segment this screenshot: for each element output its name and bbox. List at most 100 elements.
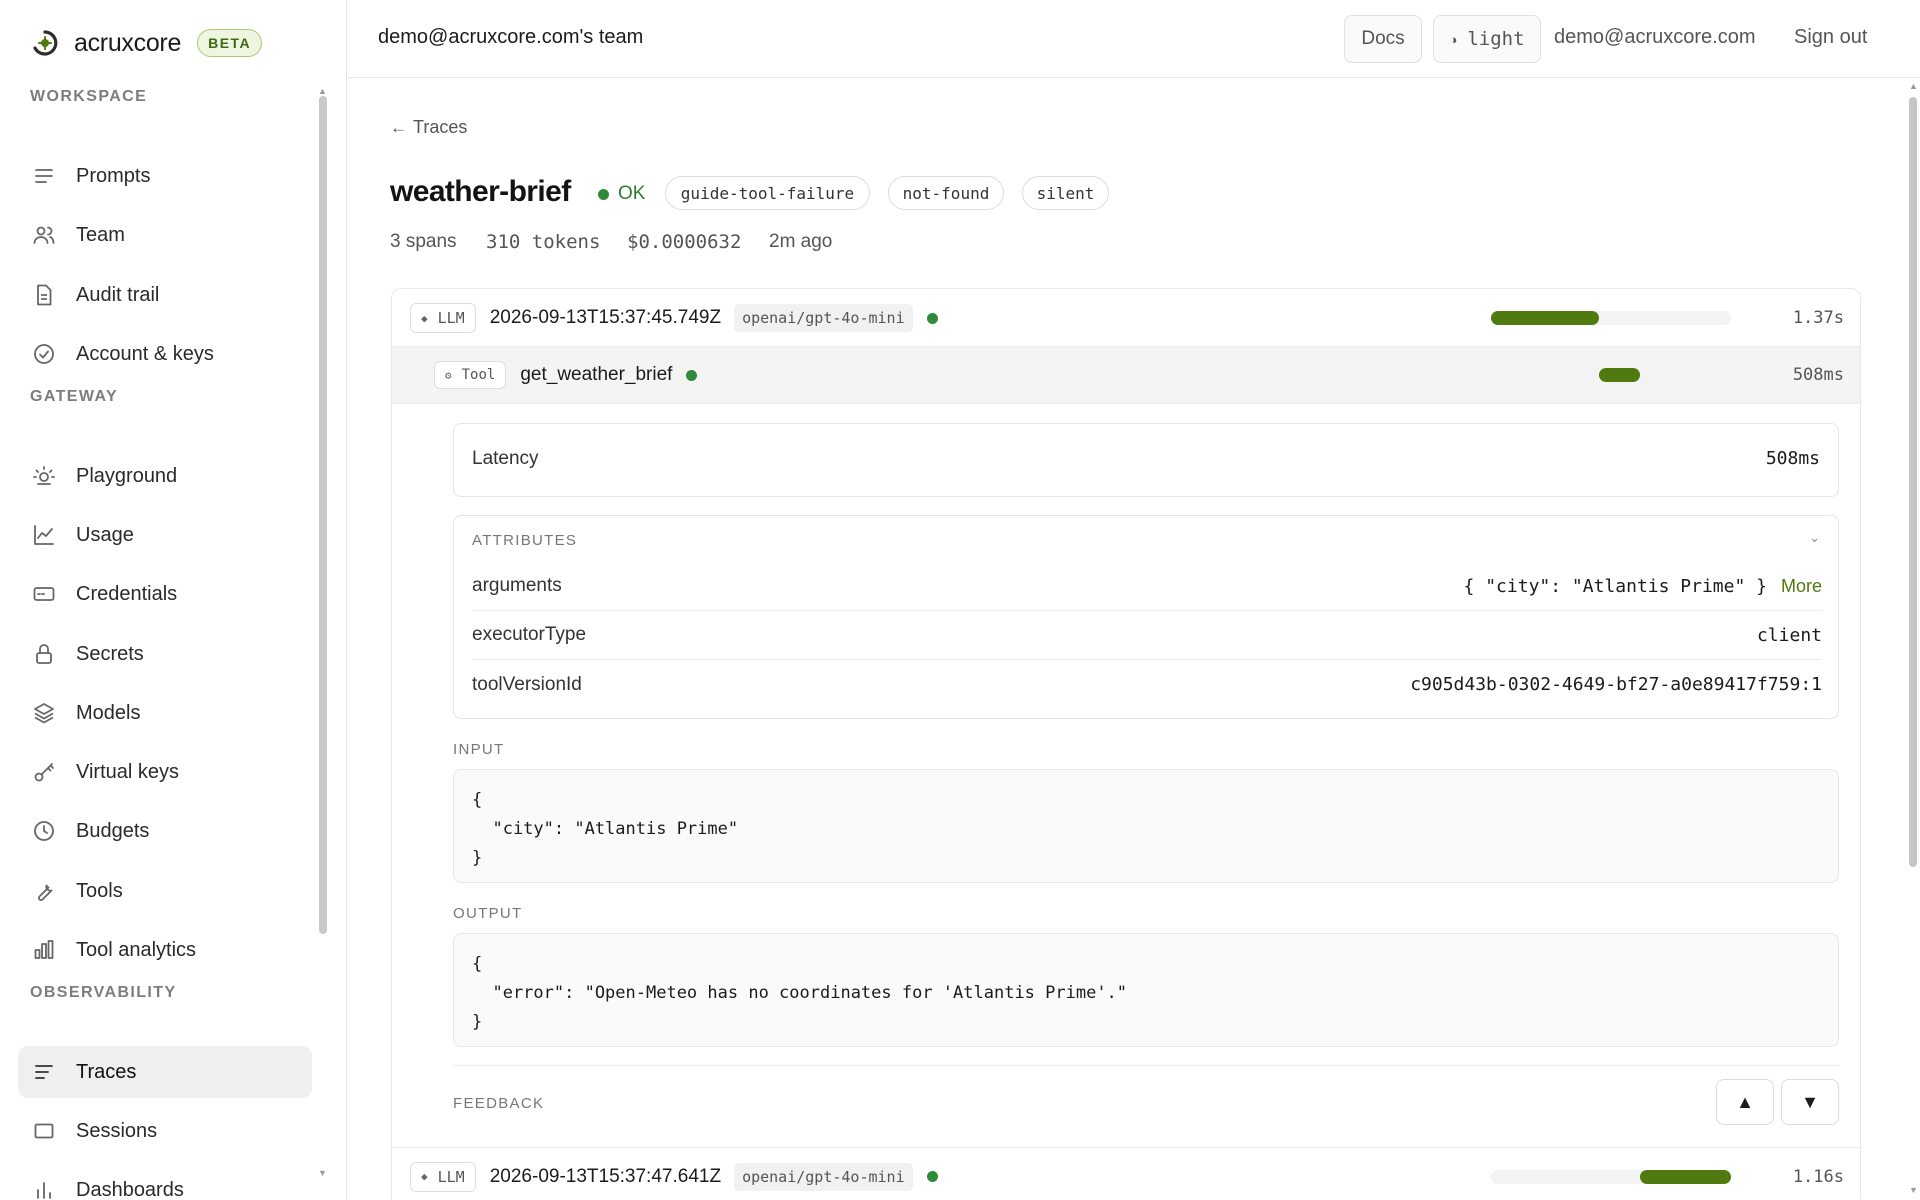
scroll-down-icon[interactable]: ▼ — [1909, 1185, 1918, 1195]
span-name: 2026-09-13T15:37:45.749Z — [489, 307, 722, 328]
sidebar-item-label: Audit trail — [76, 283, 160, 306]
brand-name: acruxcore — [74, 28, 182, 57]
attribute-value: { "city": "Atlantis Prime" } More — [1464, 576, 1822, 597]
latency-value: 508ms — [1765, 448, 1820, 469]
scroll-up-icon[interactable]: ▲ — [1909, 81, 1918, 91]
docs-button[interactable]: Docs — [1344, 15, 1422, 63]
sidebar-scroll-up-icon[interactable]: ▲ — [318, 86, 327, 96]
model-badge: openai/gpt-4o-mini — [734, 304, 913, 332]
span-timeline-fill — [1491, 311, 1599, 325]
section-title-observability: OBSERVABILITY — [30, 984, 177, 1001]
sidebar-item-label: Usage — [76, 523, 134, 546]
sidebar-item-dashboards[interactable]: Dashboards — [18, 1164, 312, 1200]
span-row[interactable]: ⚙ Tool get_weather_brief 508ms — [392, 346, 1860, 404]
attribute-value: c905d43b-0302-4649-bf27-a0e89417f759:1 — [1410, 674, 1822, 695]
sidebar-item-models[interactable]: Models — [18, 687, 312, 739]
line-chart-icon — [34, 525, 54, 545]
attribute-key: toolVersionId — [472, 673, 582, 695]
spans-count: 3 spans — [390, 231, 457, 252]
sidebar-item-tool-analytics[interactable]: Tool analytics — [18, 924, 312, 976]
span-row[interactable]: ◆ LLM 2026-09-13T15:37:45.749Z openai/gp… — [392, 289, 1860, 347]
theme-icon: ◑ — [1449, 31, 1458, 47]
main-content: ← Traces weather-brief OK guide-tool-fai… — [348, 79, 1920, 1200]
tag[interactable]: silent — [1022, 176, 1109, 210]
page-title: weather-brief — [390, 175, 571, 208]
beta-badge: BETA — [197, 29, 263, 57]
span-name: get_weather_brief — [520, 364, 673, 385]
span-timeline-bar — [1491, 368, 1731, 382]
sidebar-item-team[interactable]: Team — [18, 209, 312, 261]
span-timeline-bar — [1491, 311, 1731, 325]
attribute-key: arguments — [472, 575, 562, 596]
span-timeline-fill — [1639, 1169, 1731, 1184]
span-row[interactable]: ◆ LLM 2026-09-13T15:37:47.641Z openai/gp… — [392, 1147, 1860, 1200]
sidebar-item-label: Virtual keys — [76, 760, 180, 783]
attributes-title: ATTRIBUTES — [472, 532, 578, 549]
sidebar-item-account-keys[interactable]: Account & keys — [18, 328, 312, 380]
span-kind-badge: ◆ LLM — [410, 303, 476, 333]
sidebar-item-usage[interactable]: Usage — [18, 509, 312, 561]
sidebar-item-label: Tools — [76, 879, 123, 902]
output-label: OUTPUT — [453, 905, 523, 922]
attribute-key: executorType — [472, 624, 587, 645]
tag[interactable]: guide-tool-failure — [665, 176, 870, 210]
sidebar-item-sessions[interactable]: Sessions — [18, 1105, 312, 1157]
sidebar-item-playground[interactable]: Playground — [18, 450, 312, 502]
sidebar-item-traces[interactable]: Traces — [18, 1046, 312, 1098]
span-duration: 1.16s — [1792, 1166, 1844, 1187]
sign-out-button[interactable]: Sign out — [1794, 26, 1867, 49]
more-link[interactable]: More — [1781, 576, 1822, 597]
model-badge: openai/gpt-4o-mini — [734, 1162, 913, 1191]
sidebar-scrollbar[interactable] — [319, 96, 327, 934]
token-count: 310 tokens — [486, 231, 601, 253]
input-label: INPUT — [453, 741, 505, 758]
span-kind-label: LLM — [437, 1167, 465, 1186]
topbar: demo@acruxcore.com's team Docs ◑ light d… — [348, 0, 1920, 78]
arrow-down-icon: ▼ — [1801, 1091, 1819, 1112]
back-to-traces-link[interactable]: ← Traces — [390, 117, 467, 138]
brand-logo-icon — [33, 30, 58, 56]
tag[interactable]: not-found — [888, 176, 1004, 210]
main-scrollbar-thumb[interactable] — [1909, 97, 1917, 867]
status-dot-icon — [598, 188, 609, 200]
sun-icon — [33, 466, 55, 485]
theme-toggle-button[interactable]: ◑ light — [1433, 15, 1541, 63]
user-email: demo@acruxcore.com — [1554, 26, 1756, 48]
team-name[interactable]: demo@acruxcore.com's team — [378, 26, 643, 49]
attribute-row: arguments { "city": "Atlantis Prime" } M… — [472, 562, 1822, 611]
gear-icon: ⚙ — [445, 368, 452, 382]
section-title-gateway: GATEWAY — [30, 388, 119, 405]
sidebar-item-label: Sessions — [76, 1119, 158, 1142]
sidebar-item-secrets[interactable]: Secrets — [18, 628, 312, 680]
sidebar-item-virtual-keys[interactable]: Virtual keys — [18, 746, 312, 798]
thumbs-down-button[interactable]: ▼ — [1781, 1079, 1839, 1125]
span-timeline-fill — [1599, 368, 1640, 382]
back-label: Traces — [413, 117, 468, 137]
brand[interactable]: acruxcore BETA — [30, 26, 263, 60]
main-scrollbar[interactable]: ▲ ▼ — [1906, 79, 1920, 1200]
lock-icon — [36, 644, 52, 664]
span-kind-label: LLM — [437, 309, 465, 327]
attribute-value-text: { "city": "Atlantis Prime" } — [1463, 575, 1767, 597]
attributes-card: ATTRIBUTES ⌄ arguments { "city": "Atlant… — [453, 515, 1839, 719]
layers-icon — [34, 703, 54, 724]
square-icon — [34, 1123, 54, 1139]
cost: $0.0000632 — [627, 231, 742, 253]
span-kind-label: Tool — [461, 367, 496, 383]
latency-card: Latency 508ms — [453, 423, 1839, 497]
status-dot-icon — [926, 312, 938, 324]
thumbs-up-button[interactable]: ▲ — [1716, 1079, 1774, 1125]
wrench-icon — [38, 884, 53, 901]
sidebar-item-budgets[interactable]: Budgets — [18, 805, 312, 857]
sidebar-item-credentials[interactable]: Credentials — [18, 568, 312, 620]
sidebar-item-audit-trail[interactable]: Audit trail — [18, 269, 312, 321]
sidebar-item-label: Budgets — [76, 819, 150, 842]
span-kind-badge: ◆ LLM — [410, 1161, 476, 1192]
sidebar-scroll-down-icon[interactable]: ▼ — [318, 1168, 327, 1178]
feedback-label: FEEDBACK — [453, 1095, 545, 1112]
attribute-row: executorType client — [472, 611, 1822, 660]
sidebar-item-prompts[interactable]: Prompts — [18, 150, 312, 202]
sidebar-item-tools[interactable]: Tools — [18, 865, 312, 917]
sidebar-item-label: Prompts — [76, 164, 151, 187]
chevron-down-icon[interactable]: ⌄ — [1809, 530, 1820, 546]
